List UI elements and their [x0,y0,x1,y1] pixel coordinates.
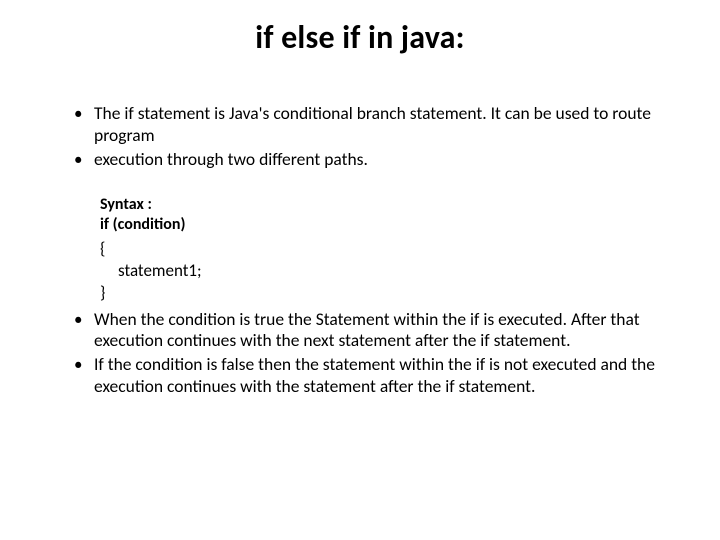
syntax-label: Syntax : [100,195,680,216]
syntax-close-brace: } [100,282,680,304]
list-item: The if statement is Java's conditional b… [74,103,680,147]
bullet-list: When the condition is true the Statement… [40,309,680,399]
syntax-open-brace: { [100,238,680,260]
slide: if else if in java: The if statement is … [0,0,720,540]
list-item: If the condition is false then the state… [74,354,680,398]
page-title: if else if in java: [40,18,680,57]
syntax-block: Syntax : if (condition) { statement1; } [40,195,680,305]
spacer [40,173,680,195]
syntax-statement: statement1; [100,260,680,282]
list-item: execution through two different paths. [74,149,680,171]
syntax-condition: if (condition) [100,215,680,236]
list-item: When the condition is true the Statement… [74,309,680,353]
bullet-list: The if statement is Java's conditional b… [40,103,680,171]
